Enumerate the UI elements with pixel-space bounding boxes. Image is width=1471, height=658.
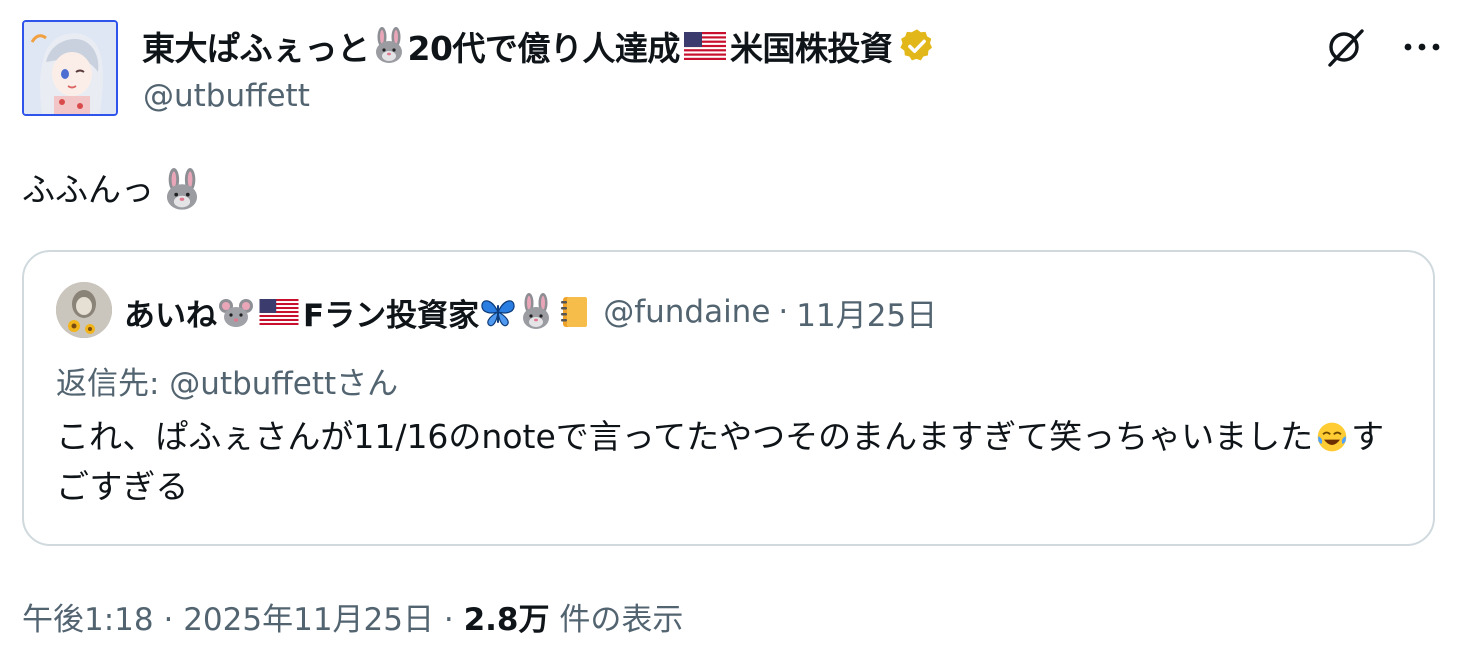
mouse-icon — [217, 293, 255, 331]
quoted-display-name-part2[interactable]: Fラン投資家 — [303, 290, 479, 335]
author-display-name-part3: 米国株投資 — [729, 29, 893, 68]
verified-badge-icon[interactable] — [898, 27, 936, 65]
footer-separator: · — [163, 602, 174, 638]
views-count: 2.8万 — [463, 602, 550, 638]
quoted-reply-to[interactable]: 返信先: @utbuffettさん — [56, 358, 398, 403]
tweet-date[interactable]: 2025年11月25日 — [183, 602, 434, 638]
notebook-icon — [555, 293, 593, 331]
grok-icon[interactable] — [1323, 24, 1369, 70]
us-flag-icon — [259, 299, 299, 325]
author-avatar[interactable] — [22, 20, 118, 116]
more-icon[interactable] — [1399, 24, 1445, 70]
footer-separator: · — [443, 602, 454, 638]
tweet-time[interactable]: 午後1:18 — [22, 602, 154, 638]
quoted-tweet[interactable]: あいね Fラン投資家 @fundaine · 11月25日 返信先: @utbu… — [22, 250, 1435, 546]
tweet-footer: 午後1:18 · 2025年11月25日 · 2.8万 件の表示 — [22, 594, 683, 639]
quoted-body: これ、ぱふぇさんが11/16のnoteで言ってたやつそのまんますぎて笑っちゃいま… — [56, 412, 1406, 512]
us-flag-icon — [683, 32, 726, 60]
quoted-body-text: これ、ぱふぇさんが11/16のnoteで言ってたやつそのまんますぎて笑っちゃいま… — [56, 417, 1314, 456]
avatar-image — [24, 22, 116, 114]
rabbit-icon — [370, 27, 408, 65]
rabbit-icon — [160, 168, 198, 210]
quoted-separator: · — [778, 294, 789, 330]
tweet-text-content: ふふんっ — [22, 170, 154, 209]
author-display-name-part2: 20代で億り人達成 — [407, 29, 681, 68]
quoted-date[interactable]: 11月25日 — [796, 290, 937, 335]
views-label: 件の表示 — [559, 602, 684, 638]
butterfly-icon — [479, 293, 517, 331]
quoted-author-avatar[interactable] — [56, 282, 112, 338]
tweet-actions — [1323, 24, 1445, 70]
author-display-name-part1: 東大ぱふぇっと — [142, 29, 370, 68]
quoted-handle[interactable]: @fundaine — [603, 294, 770, 330]
quoted-display-name-part1[interactable]: あいね — [124, 290, 217, 335]
author-name-line[interactable]: 東大ぱふぇっと 20代で億り人達成 米国株投資 — [142, 22, 936, 70]
quoted-header: あいね Fラン投資家 @fundaine · 11月25日 — [124, 288, 937, 336]
tweet-text: ふふんっ — [22, 163, 198, 211]
rabbit-icon — [517, 293, 555, 331]
author-handle[interactable]: @utbuffett — [143, 78, 310, 114]
tears-of-joy-icon — [1315, 418, 1349, 452]
